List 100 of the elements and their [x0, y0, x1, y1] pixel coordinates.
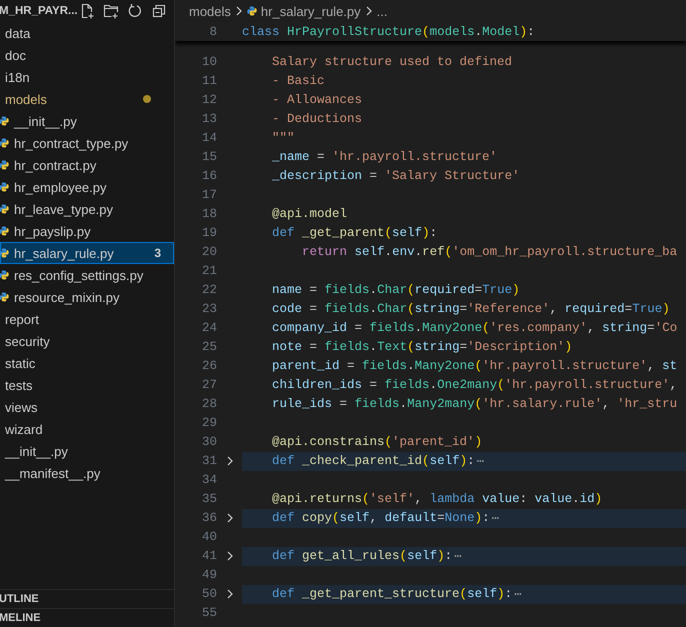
tree-item[interactable]: wizard: [0, 418, 174, 440]
section-header[interactable]: MELINE: [0, 608, 174, 627]
line-number: 50: [200, 587, 217, 601]
collapse-all-icon[interactable]: [150, 2, 168, 20]
chevron-right-icon: [234, 6, 243, 16]
fold-ellipsis[interactable]: ⋯: [514, 586, 522, 602]
tree-item[interactable]: report: [0, 308, 174, 330]
line-number: 24: [200, 321, 217, 335]
code-line: - Basic: [271, 74, 325, 88]
tree-item[interactable]: hr_leave_type.py: [0, 198, 174, 220]
tree-item[interactable]: hr_contract_type.py: [0, 132, 174, 154]
problem-count: 3: [154, 246, 161, 260]
file-type-icon: [246, 6, 257, 16]
fold-ellipsis[interactable]: ⋯: [454, 548, 462, 564]
refresh-icon[interactable]: [126, 2, 144, 20]
new-folder-icon[interactable]: [102, 2, 120, 20]
line-number: 27: [200, 378, 217, 392]
line-number: 34: [200, 473, 217, 487]
line-number: 8: [208, 24, 217, 38]
code-line: def get_all_rules(self):: [271, 549, 452, 563]
line-number: 11: [200, 74, 217, 88]
fold-ellipsis[interactable]: ⋯: [476, 453, 484, 469]
tree-item[interactable]: resource_mixin.py: [0, 286, 174, 308]
tree-item[interactable]: __manifest__.py: [0, 462, 174, 484]
line-number: 29: [200, 416, 217, 430]
code-line: children_ids = fields.One2many('hr.payroll.structure',: [271, 378, 678, 392]
file-type-icon: [0, 138, 9, 148]
code-line: @api.constrains('parent_id'): [271, 435, 482, 449]
code-line: _description = 'Salary Structure': [271, 169, 520, 183]
breadcrumb-item[interactable]: hr_salary_rule.py: [260, 4, 361, 18]
section-header[interactable]: UTLINE: [0, 589, 174, 608]
chevron-right-icon: [364, 6, 373, 16]
code-line: _name = 'hr.payroll.structure': [271, 150, 498, 164]
tree-item[interactable]: hr_payslip.py: [0, 220, 174, 242]
line-number: 49: [200, 568, 217, 582]
line-number: 36: [200, 511, 217, 525]
tree-item[interactable]: res_config_settings.py: [0, 264, 174, 286]
tree-item[interactable]: data: [0, 22, 174, 44]
tree-item[interactable]: hr_employee.py: [0, 176, 174, 198]
modified-dot-icon: [143, 95, 151, 103]
code-line: parent_id = fields.Many2one('hr.payroll.structure', st: [271, 359, 678, 373]
file-type-icon: [0, 160, 9, 170]
tree-item[interactable]: security: [0, 330, 174, 352]
line-number: 35: [200, 492, 217, 506]
line-number: 31: [200, 454, 217, 468]
line-number: 12: [200, 93, 217, 107]
file-type-icon: [0, 204, 9, 214]
code-line: def copy(self, default=None):: [271, 511, 490, 525]
line-number: 14: [200, 131, 217, 145]
fold-chevron-icon[interactable]: [226, 551, 234, 561]
tree-item[interactable]: static: [0, 352, 174, 374]
line-number: 28: [200, 397, 217, 411]
code-line: Salary structure used to defined: [271, 55, 512, 69]
tree-item[interactable]: hr_contract.py: [0, 154, 174, 176]
tree-item[interactable]: doc: [0, 44, 174, 66]
file-type-icon: [0, 226, 9, 236]
line-number: 10: [200, 55, 217, 69]
line-number: 17: [200, 188, 217, 202]
code-line: - Allowances: [271, 93, 362, 107]
code-line: note = fields.Text(string='Description'): [271, 340, 572, 354]
code-line: def _get_parent(self):: [271, 226, 438, 240]
line-number: 16: [200, 169, 217, 183]
line-number: 25: [200, 340, 217, 354]
breadcrumb-item[interactable]: ...: [376, 4, 388, 18]
code-line: rule_ids = fields.Many2many('hr.salary.rule', 'hr_stru: [271, 397, 678, 411]
line-number: 19: [200, 226, 217, 240]
fold-ellipsis[interactable]: ⋯: [492, 510, 500, 526]
tree-item[interactable]: hr_salary_rule.py 3: [0, 242, 174, 264]
line-number: 22: [200, 283, 217, 297]
line-number: 40: [200, 530, 217, 544]
tree-item[interactable]: __init__.py: [0, 110, 174, 132]
tree-item[interactable]: i18n: [0, 66, 174, 88]
file-type-icon: [0, 116, 9, 126]
file-type-icon: [0, 182, 9, 192]
breadcrumb-item[interactable]: models: [189, 4, 231, 18]
line-number: 15: [200, 150, 217, 164]
tree-item[interactable]: models: [0, 88, 174, 110]
line-number: 18: [200, 207, 217, 221]
fold-chevron-icon[interactable]: [226, 513, 234, 523]
file-type-icon: [0, 248, 9, 258]
tree-item[interactable]: views: [0, 396, 174, 418]
explorer-title: M_HR_PAYR...: [0, 5, 78, 17]
file-type-icon: [0, 270, 9, 280]
line-number: 20: [200, 245, 217, 259]
line-number: 21: [200, 264, 217, 278]
tree-item[interactable]: __init__.py: [0, 440, 174, 462]
code-line: company_id = fields.Many2one('res.company', string='Co: [271, 321, 678, 335]
line-number: 23: [200, 302, 217, 316]
tree-item[interactable]: tests: [0, 374, 174, 396]
fold-chevron-icon[interactable]: [226, 589, 234, 599]
code-line: class HrPayrollStructure(models.Model):: [242, 24, 535, 38]
code-line: @api.returns('self', lambda value: value.id): [271, 492, 602, 506]
code-line: return self.env.ref('om_om_hr_payroll.structure_ba: [301, 245, 678, 259]
line-number: 41: [200, 549, 217, 563]
fold-chevron-icon[interactable]: [226, 456, 234, 466]
code-line: def _check_parent_id(self):: [271, 454, 475, 468]
code-line: def _get_parent_structure(self):: [271, 587, 512, 601]
code-line: name = fields.Char(required=True): [271, 283, 520, 297]
code-line: code = fields.Char(string='Reference', required=True): [271, 302, 670, 316]
line-number: 30: [200, 435, 217, 449]
